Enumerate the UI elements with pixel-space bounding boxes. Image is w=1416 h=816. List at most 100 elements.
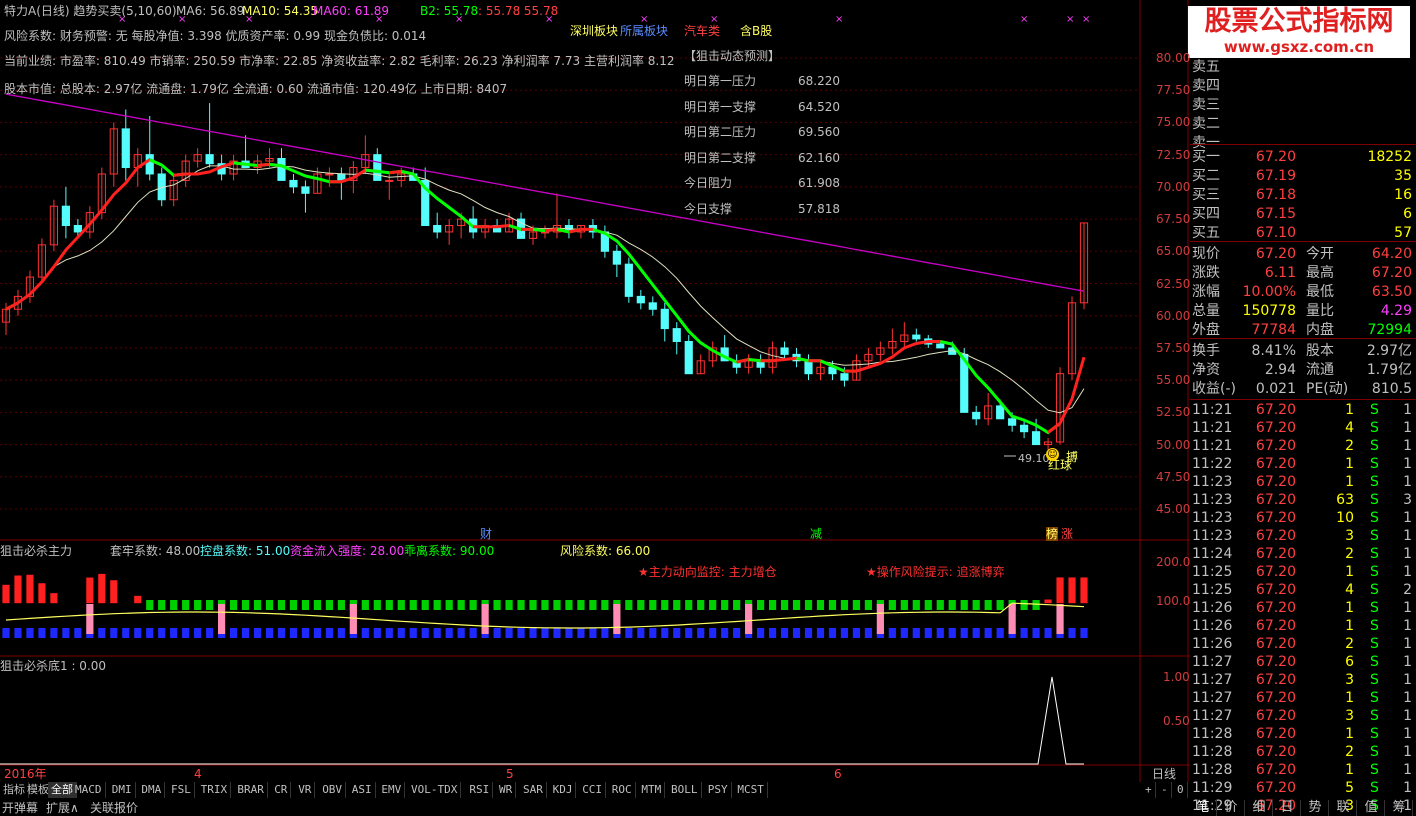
sub1-green-bar <box>265 600 274 610</box>
quote-label-2: 最高 <box>1306 265 1334 281</box>
indicator-tab-12[interactable]: ASI <box>349 782 376 798</box>
finance-value: 8.41% <box>1251 343 1296 359</box>
tab-control-1[interactable]: - <box>1158 782 1172 798</box>
buy-row: 买一 67.20 18252 <box>1190 148 1416 166</box>
forecast-value: 64.520 <box>798 99 840 114</box>
indicator-tab-3[interactable]: MACD <box>72 782 106 798</box>
indicator-tab-9[interactable]: CR <box>271 782 292 798</box>
tick-volume: 10 <box>1336 510 1354 526</box>
top-marker-x: × <box>835 14 843 25</box>
sub1-green-bar <box>1020 600 1028 610</box>
tick-bs: S <box>1370 474 1379 490</box>
low-price-label: 49.10 <box>1018 452 1050 465</box>
tick-volume: 2 <box>1345 636 1354 652</box>
right-tab-3[interactable]: 日 <box>1274 800 1301 816</box>
buy-row: 买四 67.15 6 <box>1190 205 1416 223</box>
indicator-tab-21[interactable]: MTM <box>638 782 666 798</box>
marker-zhang[interactable]: 涨 <box>1061 527 1073 541</box>
indicator-tab-11[interactable]: OBV <box>319 782 347 798</box>
top-marker-x: × <box>1020 14 1028 25</box>
indicator-tab-17[interactable]: SAR <box>520 782 547 798</box>
sub1-blue-bar <box>1032 628 1040 638</box>
tick-row: 11:29 67.20 5 S 1 <box>1190 779 1416 797</box>
indicator-tab-23[interactable]: PSY <box>705 782 732 798</box>
sub1-blue-bar <box>469 628 477 638</box>
quote-label: 现价 <box>1192 246 1220 262</box>
marker-cai[interactable]: 财 <box>480 527 492 541</box>
finance-label-2: 股本 <box>1306 343 1334 359</box>
indicator-tab-13[interactable]: EMV <box>378 782 406 798</box>
indicator-tab-8[interactable]: BRAR <box>234 782 268 798</box>
buy-row: 买五 67.10 57 <box>1190 224 1416 242</box>
sub1-green-bar <box>589 600 597 610</box>
sector-shenzhen[interactable]: 深圳板块 <box>570 24 618 38</box>
sub1-name: 狙击必杀主力 <box>0 544 73 558</box>
tick-count: 1 <box>1403 546 1412 562</box>
right-tab-4[interactable]: 势 <box>1302 800 1329 816</box>
sub1-green-bar <box>397 600 405 610</box>
tick-time: 11:26 <box>1192 618 1233 634</box>
right-tab-7[interactable]: 筹 <box>1386 800 1413 816</box>
indicator-tab-24[interactable]: MCST <box>734 782 768 798</box>
sub1-red-bar <box>1068 577 1076 604</box>
indicator-tab-15[interactable]: RSI <box>466 782 494 798</box>
right-tab-2[interactable]: 细 <box>1246 800 1273 816</box>
tab-control-0[interactable]: + <box>1142 782 1156 798</box>
sector-hb[interactable]: 含B股 <box>740 24 772 38</box>
sub1-blue-bar <box>2 628 10 638</box>
tick-row: 11:23 67.20 10 S 1 <box>1190 509 1416 527</box>
sell-label: 卖三 <box>1192 97 1220 113</box>
indicator-tab-7[interactable]: TRIX <box>198 782 232 798</box>
bottom-tab-expand[interactable]: 扩展∧ <box>46 800 79 816</box>
indicator-tab-20[interactable]: ROC <box>609 782 636 798</box>
sub1-blue-bar <box>912 628 920 638</box>
sub1-green-bar <box>409 600 417 610</box>
marker-jian[interactable]: 减 <box>810 527 822 541</box>
tick-count: 3 <box>1403 492 1412 508</box>
right-tab-6[interactable]: 值 <box>1358 800 1385 816</box>
sub1-blue-bar <box>948 628 956 638</box>
sub1-blue-bar <box>62 628 70 638</box>
sub1-blue-bar <box>158 628 166 638</box>
indicator-tab-19[interactable]: CCI <box>579 782 607 798</box>
candle-body <box>73 225 82 233</box>
tick-volume: 2 <box>1345 744 1354 760</box>
tick-volume: 3 <box>1345 528 1354 544</box>
sub1-pink-bar <box>218 604 226 634</box>
sub1-green-bar <box>864 600 872 610</box>
right-tab-1[interactable]: 价 <box>1218 800 1245 816</box>
forecast-label: 明日第一压力 <box>684 74 757 88</box>
bottom-tab-related[interactable]: 关联报价 <box>90 800 138 816</box>
sub1-green-bar <box>158 600 166 610</box>
indicator-tab-16[interactable]: WR <box>496 782 517 798</box>
indicator-tab-4[interactable]: DMI <box>109 782 136 798</box>
indicator-tab-6[interactable]: FSL <box>168 782 195 798</box>
right-tab-5[interactable]: 联 <box>1330 800 1357 816</box>
indicator-tab-14[interactable]: VOL-TDX <box>408 782 462 798</box>
sector-auto[interactable]: 汽车类 <box>684 24 720 38</box>
tick-volume: 1 <box>1345 726 1354 742</box>
period-label[interactable]: 日线 <box>1152 767 1176 781</box>
forecast-value: 61.908 <box>798 176 840 190</box>
sector-suoshu[interactable]: 所属板块 <box>620 24 668 38</box>
bottom-tab-danmu[interactable]: 开弹幕 <box>2 800 38 816</box>
main-chart[interactable]: × × × × × × × × × × × × <box>0 0 1190 782</box>
sub1-red-bar <box>98 573 106 604</box>
sub1-pink-bar <box>481 604 489 634</box>
buy-volume: 16 <box>1394 187 1412 203</box>
tab-control-2[interactable]: 0 <box>1174 782 1188 798</box>
tick-bs: S <box>1370 456 1379 472</box>
tick-price: 67.20 <box>1255 600 1296 616</box>
quote-row: 现价 67.20 今开 64.20 <box>1190 245 1416 263</box>
indicator-tab-22[interactable]: BOLL <box>668 782 702 798</box>
sub1-green-bar <box>469 600 477 610</box>
tick-count: 1 <box>1403 690 1412 706</box>
indicator-tab-10[interactable]: VR <box>295 782 316 798</box>
right-tab-0[interactable]: 笔 <box>1190 800 1217 816</box>
tick-price: 67.20 <box>1255 456 1296 472</box>
indicator-tab-18[interactable]: KDJ <box>550 782 577 798</box>
marker-bang[interactable]: 榜 <box>1046 527 1059 541</box>
sub1-red-bar <box>38 583 46 604</box>
panel-divider-line <box>1190 399 1416 400</box>
indicator-tab-5[interactable]: DMA <box>138 782 166 798</box>
